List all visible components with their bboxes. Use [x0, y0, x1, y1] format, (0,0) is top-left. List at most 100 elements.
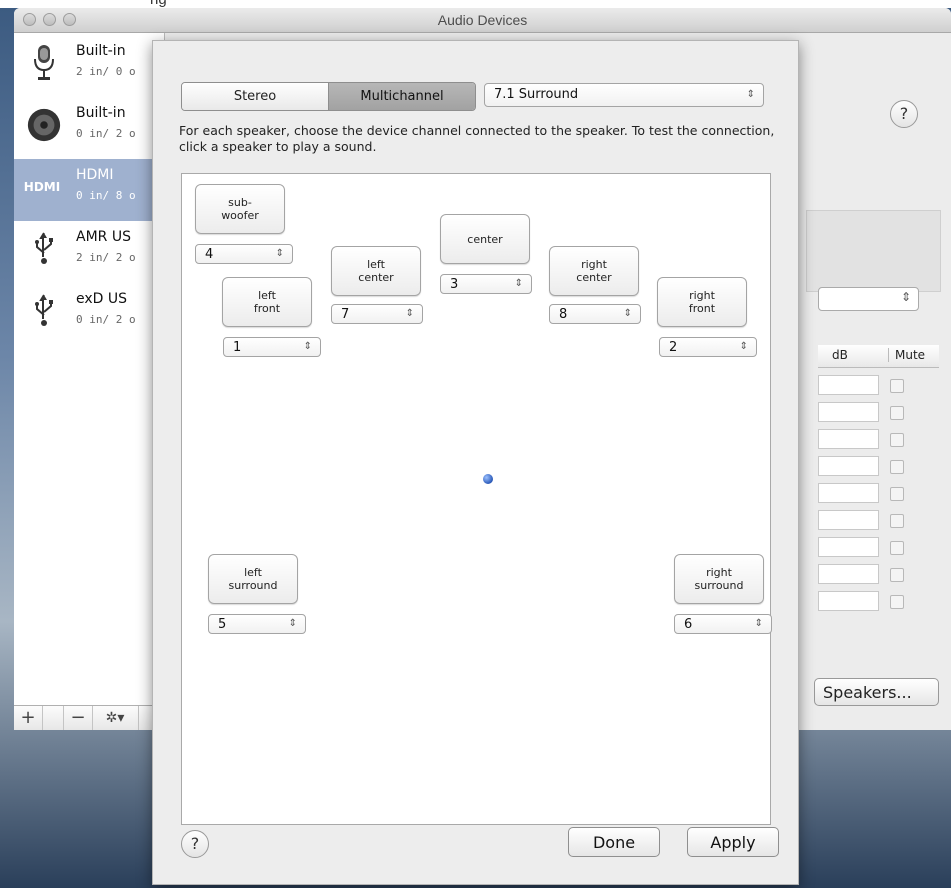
mute-checkbox[interactable] [890, 379, 904, 393]
speaker-layout-canvas: sub- woofer 4 ⇕ left front 1 ⇕ left center… [181, 173, 772, 825]
popup-arrows-icon: ⇕ [623, 308, 632, 319]
surround-layout-popup[interactable]: 7.1 Surround ⇕ [484, 83, 764, 107]
channel-value: 3 [450, 277, 459, 292]
left-surround-channel-popup[interactable]: 5 ⇕ [208, 614, 306, 634]
microphone-icon [26, 43, 62, 83]
db-field[interactable] [818, 375, 879, 395]
mute-checkbox[interactable] [890, 514, 904, 528]
background-text: ng [0, 0, 951, 8]
device-channels: 2 in/ 0 o [76, 65, 136, 78]
device-item-built-in-output[interactable]: Built-in 0 in/ 2 o [14, 97, 164, 159]
left-front-channel-popup[interactable]: 1 ⇕ [223, 337, 321, 357]
center-speaker-button[interactable]: center [440, 214, 530, 264]
mute-checkbox[interactable] [890, 595, 904, 609]
popup-arrows-icon: ⇕ [900, 290, 911, 304]
close-window-button[interactable] [23, 13, 36, 26]
right-center-speaker-button[interactable]: right center [549, 246, 639, 296]
right-surround-speaker-button[interactable]: right surround [674, 554, 764, 604]
mute-column-header: Mute [888, 348, 925, 362]
mute-checkbox[interactable] [890, 568, 904, 582]
channel-value: 4 [205, 247, 214, 262]
instructions-text: For each speaker, choose the device chan… [179, 123, 775, 154]
channel-value: 2 [669, 340, 678, 355]
add-device-button[interactable]: + [14, 706, 43, 730]
speaker-icon [26, 105, 62, 145]
device-list-toolbar: + − ✲▾ [14, 705, 165, 730]
right-front-channel-popup[interactable]: 2 ⇕ [659, 337, 757, 357]
hdmi-icon: HDMI [23, 180, 61, 194]
right-center-channel-popup[interactable]: 8 ⇕ [549, 304, 641, 324]
channel-value: 7 [341, 307, 350, 322]
device-name: HDMI [76, 167, 114, 183]
device-item-built-in-microphone[interactable]: Built-in 2 in/ 0 o [14, 35, 164, 97]
listener-position-dot [483, 474, 493, 484]
popup-arrows-icon: ⇕ [275, 248, 284, 259]
db-field[interactable] [818, 591, 879, 611]
help-button[interactable]: ? [890, 100, 918, 128]
minimize-window-button[interactable] [43, 13, 56, 26]
multichannel-segment[interactable]: Multichannel [328, 83, 475, 110]
apply-button[interactable]: Apply [687, 827, 779, 857]
channel-value: 5 [218, 617, 227, 632]
device-channels: 0 in/ 2 o [76, 313, 136, 326]
db-field[interactable] [818, 429, 879, 449]
subwoofer-channel-popup[interactable]: 4 ⇕ [195, 244, 293, 264]
device-item-exd-usb[interactable]: exD US 0 in/ 2 o [14, 283, 164, 345]
channel-value: 8 [559, 307, 568, 322]
left-center-channel-popup[interactable]: 7 ⇕ [331, 304, 423, 324]
left-center-speaker-button[interactable]: left center [331, 246, 421, 296]
db-field[interactable] [818, 510, 879, 530]
db-field[interactable] [818, 456, 879, 476]
speaker-mode-segmented-control: Stereo Multichannel [181, 82, 476, 111]
popup-arrows-icon: ⇕ [754, 618, 763, 629]
usb-icon [26, 291, 62, 331]
mute-checkbox[interactable] [890, 460, 904, 474]
window-title: Audio Devices [14, 8, 951, 33]
zoom-window-button[interactable] [63, 13, 76, 26]
db-field[interactable] [818, 564, 879, 584]
configure-speakers-button[interactable]: Speakers... [814, 678, 939, 706]
format-popup[interactable]: ⇕ [818, 287, 919, 311]
left-surround-speaker-button[interactable]: left surround [208, 554, 298, 604]
mute-checkbox[interactable] [890, 541, 904, 555]
mute-checkbox[interactable] [890, 433, 904, 447]
device-name: AMR US [76, 229, 131, 245]
subwoofer-speaker-button[interactable]: sub- woofer [195, 184, 285, 234]
right-surround-channel-popup[interactable]: 6 ⇕ [674, 614, 772, 634]
help-button[interactable]: ? [181, 830, 209, 858]
gear-menu-button[interactable]: ✲▾ [92, 706, 139, 730]
device-item-hdmi[interactable]: HDMI HDMI 0 in/ 8 o [14, 159, 164, 221]
channel-table-header: dB Mute [818, 345, 939, 368]
db-column-header: dB [832, 348, 848, 362]
right-front-speaker-button[interactable]: right front [657, 277, 747, 327]
settings-group [806, 210, 941, 292]
device-list: Built-in 2 in/ 0 o Built-in 0 in/ 2 o HD… [14, 33, 165, 705]
device-channels: 2 in/ 2 o [76, 251, 136, 264]
popup-arrows-icon: ⇕ [739, 341, 748, 352]
db-field[interactable] [818, 402, 879, 422]
device-channels: 0 in/ 8 o [76, 189, 136, 202]
popup-arrows-icon: ⇕ [303, 341, 312, 352]
device-channels: 0 in/ 2 o [76, 127, 136, 140]
popup-arrows-icon: ⇕ [405, 308, 414, 319]
popup-arrows-icon: ⇕ [514, 278, 523, 289]
left-front-speaker-button[interactable]: left front [222, 277, 312, 327]
remove-device-button[interactable]: − [63, 706, 93, 730]
popup-arrows-icon: ⇕ [746, 89, 755, 100]
db-field[interactable] [818, 483, 879, 503]
device-item-amr-usb[interactable]: AMR US 2 in/ 2 o [14, 221, 164, 283]
channel-value: 1 [233, 340, 242, 355]
db-field[interactable] [818, 537, 879, 557]
done-button[interactable]: Done [568, 827, 660, 857]
device-name: Built-in [76, 43, 126, 59]
center-channel-popup[interactable]: 3 ⇕ [440, 274, 532, 294]
configure-speakers-sheet: Stereo Multichannel 7.1 Surround ⇕ For e… [152, 40, 799, 885]
surround-layout-value: 7.1 Surround [494, 87, 579, 102]
mute-checkbox[interactable] [890, 487, 904, 501]
usb-icon [26, 229, 62, 269]
device-name: Built-in [76, 105, 126, 121]
mute-checkbox[interactable] [890, 406, 904, 420]
stereo-segment[interactable]: Stereo [182, 83, 328, 110]
popup-arrows-icon: ⇕ [288, 618, 297, 629]
device-name: exD US [76, 291, 128, 307]
